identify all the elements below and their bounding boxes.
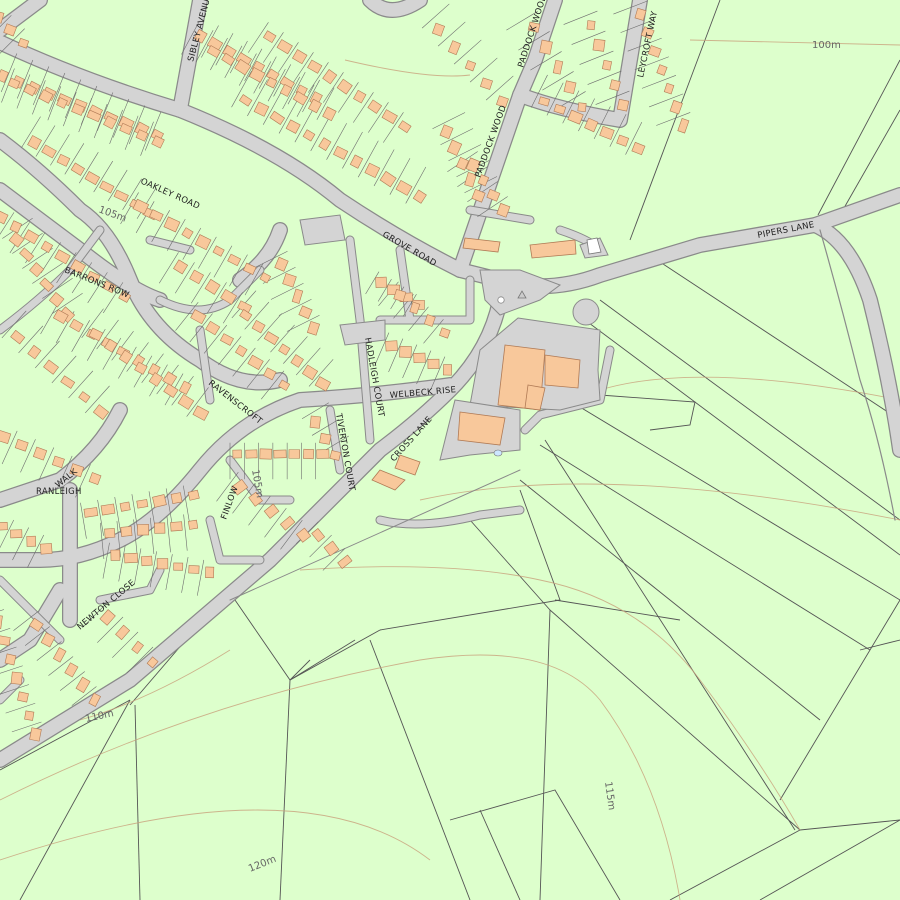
road-label-ranleigh: RANLEIGH — [36, 487, 82, 497]
building-footprint — [539, 39, 553, 55]
building-footprint — [100, 503, 116, 516]
building-footprint — [427, 358, 440, 369]
building-footprint — [170, 521, 183, 532]
building-footprint — [17, 691, 29, 703]
building-footprint — [273, 449, 287, 459]
building-footprint — [110, 549, 121, 561]
building-footprint — [375, 276, 387, 288]
point-feature-icon — [497, 296, 505, 304]
building-footprint — [303, 448, 315, 460]
building-footprint — [0, 522, 8, 531]
building-footprint — [259, 448, 272, 460]
building-footprint — [609, 79, 621, 92]
building-footprint — [0, 635, 11, 646]
building-footprint — [104, 528, 116, 539]
building-footprint — [136, 499, 149, 509]
building-footprint — [124, 552, 139, 564]
contour-label: 100m — [812, 40, 841, 51]
building-footprint — [187, 489, 200, 501]
building-footprint — [10, 671, 23, 685]
building-footprint — [137, 524, 150, 536]
building-footprint — [288, 449, 301, 459]
building-footprint — [316, 449, 330, 459]
building-footprint — [4, 653, 17, 666]
building-footprint — [154, 522, 166, 534]
building-footprint — [119, 501, 131, 512]
building-footprint — [443, 364, 452, 376]
os-map[interactable]: 100m 105m 110m 115m 120m 105m SIBLEY AVE… — [0, 0, 900, 900]
building-footprint — [601, 59, 613, 71]
building-footprint — [586, 20, 596, 31]
building-footprint — [563, 80, 577, 95]
building-footprint — [83, 507, 99, 518]
building-footprint — [309, 415, 321, 429]
building-footprint — [170, 492, 183, 504]
building-footprint — [245, 449, 258, 459]
building-footprint — [319, 432, 332, 445]
building-footprint — [188, 519, 199, 530]
building-footprint — [616, 98, 630, 112]
building-footprint — [205, 566, 215, 579]
building-footprint — [577, 102, 587, 113]
building-footprint — [156, 558, 169, 570]
building-footprint — [40, 543, 53, 555]
building-footprint — [173, 562, 184, 571]
building-footprint — [592, 38, 606, 52]
building-footprint — [399, 345, 412, 358]
building-footprint — [385, 340, 398, 352]
building-footprint — [120, 526, 133, 537]
building-footprint — [329, 450, 342, 461]
building-footprint — [10, 529, 23, 539]
building-footprint — [232, 449, 242, 459]
building-footprint — [24, 710, 35, 721]
building-footprint — [188, 565, 200, 574]
building-footprint — [140, 555, 153, 567]
building-footprint — [26, 535, 37, 547]
building-footprint — [413, 352, 426, 364]
building-footprint — [29, 727, 42, 742]
